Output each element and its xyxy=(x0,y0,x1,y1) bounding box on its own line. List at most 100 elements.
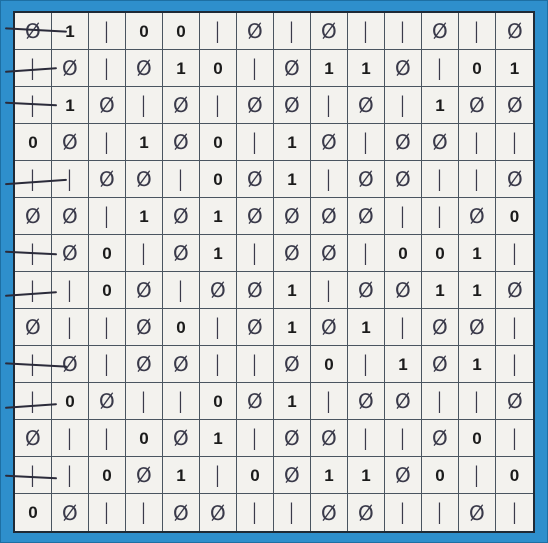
grid-cell[interactable]: Ø xyxy=(126,272,163,309)
grid-cell[interactable]: Ø xyxy=(163,346,200,383)
grid-cell[interactable]: | xyxy=(52,309,89,346)
grid-cell[interactable]: 1 xyxy=(459,272,496,309)
grid-cell[interactable]: Ø xyxy=(311,124,348,161)
grid-cell[interactable]: 1 xyxy=(274,124,311,161)
grid-cell[interactable]: 1 xyxy=(52,13,89,50)
grid-cell[interactable]: Ø xyxy=(52,198,89,235)
grid-cell[interactable]: 0 xyxy=(163,309,200,346)
grid-cell[interactable]: Ø xyxy=(200,272,237,309)
grid-cell[interactable]: Ø xyxy=(348,272,385,309)
grid-cell[interactable]: Ø xyxy=(163,494,200,531)
grid-cell[interactable]: Ø xyxy=(311,420,348,457)
grid-cell[interactable]: 0 xyxy=(311,346,348,383)
grid-cell[interactable]: Ø xyxy=(89,87,126,124)
grid-cell[interactable]: Ø xyxy=(237,272,274,309)
grid-cell[interactable]: 1 xyxy=(311,50,348,87)
grid-cell[interactable]: Ø xyxy=(385,383,422,420)
grid-cell[interactable]: | xyxy=(459,124,496,161)
grid-cell[interactable]: 0 xyxy=(496,457,533,494)
grid-cell[interactable]: | xyxy=(200,457,237,494)
grid-cell[interactable]: | xyxy=(385,494,422,531)
grid-cell[interactable]: | xyxy=(89,198,126,235)
grid-cell[interactable]: Ø xyxy=(163,87,200,124)
grid-cell[interactable]: | xyxy=(15,87,52,124)
grid-cell[interactable]: Ø xyxy=(126,457,163,494)
grid-cell[interactable]: Ø xyxy=(348,161,385,198)
grid-cell[interactable]: 0 xyxy=(89,272,126,309)
grid-cell[interactable]: Ø xyxy=(311,198,348,235)
grid-cell[interactable]: | xyxy=(15,383,52,420)
grid-cell[interactable]: Ø xyxy=(163,124,200,161)
grid-cell[interactable]: 1 xyxy=(496,50,533,87)
grid-cell[interactable]: Ø xyxy=(496,383,533,420)
grid-cell[interactable]: 1 xyxy=(348,50,385,87)
grid-cell[interactable]: | xyxy=(15,235,52,272)
grid-cell[interactable]: 0 xyxy=(237,457,274,494)
grid-cell[interactable]: Ø xyxy=(52,346,89,383)
grid-cell[interactable]: Ø xyxy=(15,198,52,235)
grid-cell[interactable]: 0 xyxy=(126,420,163,457)
grid-cell[interactable]: 0 xyxy=(15,494,52,531)
grid-cell[interactable]: | xyxy=(126,494,163,531)
grid-cell[interactable]: 1 xyxy=(274,161,311,198)
grid-cell[interactable]: | xyxy=(126,235,163,272)
grid-cell[interactable]: Ø xyxy=(15,13,52,50)
grid-cell[interactable]: Ø xyxy=(496,272,533,309)
grid-cell[interactable]: | xyxy=(348,124,385,161)
grid-cell[interactable]: | xyxy=(348,13,385,50)
grid-cell[interactable]: Ø xyxy=(89,161,126,198)
grid-cell[interactable]: Ø xyxy=(422,420,459,457)
grid-cell[interactable]: Ø xyxy=(459,309,496,346)
grid-cell[interactable]: 0 xyxy=(89,235,126,272)
grid-cell[interactable]: Ø xyxy=(348,198,385,235)
grid-cell[interactable]: Ø xyxy=(422,346,459,383)
grid-cell[interactable]: | xyxy=(237,346,274,383)
grid-cell[interactable]: | xyxy=(496,494,533,531)
grid-cell[interactable]: Ø xyxy=(200,494,237,531)
grid-cell[interactable]: 0 xyxy=(496,198,533,235)
grid-cell[interactable]: 1 xyxy=(126,124,163,161)
grid-cell[interactable]: Ø xyxy=(385,161,422,198)
grid-cell[interactable]: 1 xyxy=(200,198,237,235)
grid-cell[interactable]: Ø xyxy=(459,87,496,124)
grid-cell[interactable]: 1 xyxy=(274,383,311,420)
grid-cell[interactable]: 0 xyxy=(89,457,126,494)
grid-cell[interactable]: Ø xyxy=(385,50,422,87)
grid-cell[interactable]: 0 xyxy=(385,235,422,272)
grid-cell[interactable]: | xyxy=(163,383,200,420)
grid-cell[interactable]: 1 xyxy=(459,235,496,272)
grid-cell[interactable]: Ø xyxy=(52,494,89,531)
grid-cell[interactable]: | xyxy=(311,161,348,198)
grid-cell[interactable]: 1 xyxy=(274,309,311,346)
grid-cell[interactable]: Ø xyxy=(237,13,274,50)
grid-cell[interactable]: | xyxy=(15,50,52,87)
grid-cell[interactable]: | xyxy=(163,272,200,309)
grid-cell[interactable]: | xyxy=(274,13,311,50)
grid-cell[interactable]: Ø xyxy=(348,383,385,420)
grid-cell[interactable]: | xyxy=(89,420,126,457)
grid-cell[interactable]: | xyxy=(496,124,533,161)
grid-cell[interactable]: | xyxy=(237,235,274,272)
grid-cell[interactable]: | xyxy=(496,235,533,272)
grid-cell[interactable]: | xyxy=(126,87,163,124)
grid-cell[interactable]: | xyxy=(496,346,533,383)
grid-cell[interactable]: Ø xyxy=(52,124,89,161)
grid-cell[interactable]: | xyxy=(52,457,89,494)
grid-cell[interactable]: 1 xyxy=(200,235,237,272)
grid-cell[interactable]: 1 xyxy=(52,87,89,124)
grid-cell[interactable]: Ø xyxy=(422,309,459,346)
grid-cell[interactable]: Ø xyxy=(496,13,533,50)
grid-cell[interactable]: | xyxy=(200,346,237,383)
grid-cell[interactable]: | xyxy=(311,272,348,309)
grid-cell[interactable]: 0 xyxy=(459,50,496,87)
grid-cell[interactable]: | xyxy=(274,494,311,531)
grid-cell[interactable]: 1 xyxy=(385,346,422,383)
grid-cell[interactable]: 0 xyxy=(163,13,200,50)
grid-cell[interactable]: | xyxy=(348,420,385,457)
grid-cell[interactable]: 0 xyxy=(52,383,89,420)
grid-cell[interactable]: | xyxy=(15,346,52,383)
grid-cell[interactable]: | xyxy=(385,13,422,50)
grid-cell[interactable]: 0 xyxy=(200,383,237,420)
grid-cell[interactable]: Ø xyxy=(496,161,533,198)
grid-cell[interactable]: Ø xyxy=(163,420,200,457)
